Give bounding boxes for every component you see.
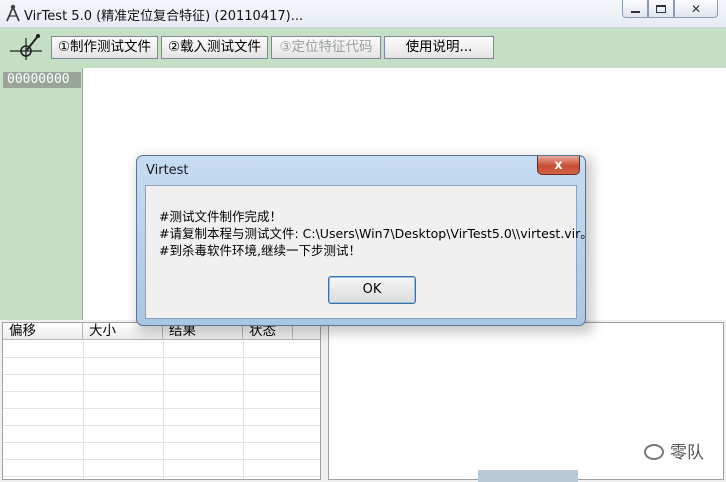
taskbar-fragment (478, 470, 578, 482)
close-button[interactable]: ✕ (674, 0, 718, 18)
minimize-button[interactable] (622, 0, 648, 18)
maximize-button[interactable] (648, 0, 674, 18)
grid-line (243, 341, 244, 479)
grid-line (83, 341, 84, 479)
close-icon: ✕ (690, 1, 702, 16)
app-icon (6, 4, 20, 22)
result-list[interactable]: 偏移 大小 结果 状态 (2, 322, 321, 480)
make-test-file-button[interactable]: ①制作测试文件 (51, 36, 158, 59)
wechat-icon (644, 444, 664, 460)
compass-icon[interactable] (8, 32, 44, 62)
help-button[interactable]: 使用说明... (384, 36, 494, 59)
toolbar: ①制作测试文件 ②载入测试文件 ③定位特征代码 使用说明... (0, 28, 726, 68)
watermark-text: 零队 (670, 443, 704, 463)
column-offset[interactable]: 偏移 (3, 323, 83, 339)
ok-button[interactable]: OK (328, 276, 416, 304)
locate-signature-button[interactable]: ③定位特征代码 (271, 36, 381, 59)
window-title: VirTest 5.0 (精准定位复合特征) (20110417)... (24, 9, 304, 24)
close-icon: x (554, 157, 563, 173)
dialog-message-line: #到杀毒软件环境,继续一下步测试！ (159, 243, 361, 258)
dialog-body: #测试文件制作完成！ #请复制本程与测试文件: C:\Users\Win7\De… (145, 185, 593, 319)
offset-pane: 00000000 (0, 68, 83, 320)
list-rows (3, 341, 320, 479)
watermark: 零队 (644, 438, 704, 463)
message-dialog: Virtest x #测试文件制作完成！ #请复制本程与测试文件: C:\Use… (136, 155, 593, 326)
maximize-icon (656, 4, 666, 13)
title-bar: VirTest 5.0 (精准定位复合特征) (20110417)... ✕ (0, 0, 726, 28)
dialog-title: Virtest (146, 163, 189, 178)
dialog-close-button[interactable]: x (537, 156, 580, 175)
minimize-icon (630, 10, 640, 13)
offset-value: 00000000 (3, 72, 81, 88)
grid-line (163, 341, 164, 479)
load-test-file-button[interactable]: ②载入测试文件 (161, 36, 268, 59)
bottom-pane: 偏移 大小 结果 状态 (0, 320, 726, 482)
